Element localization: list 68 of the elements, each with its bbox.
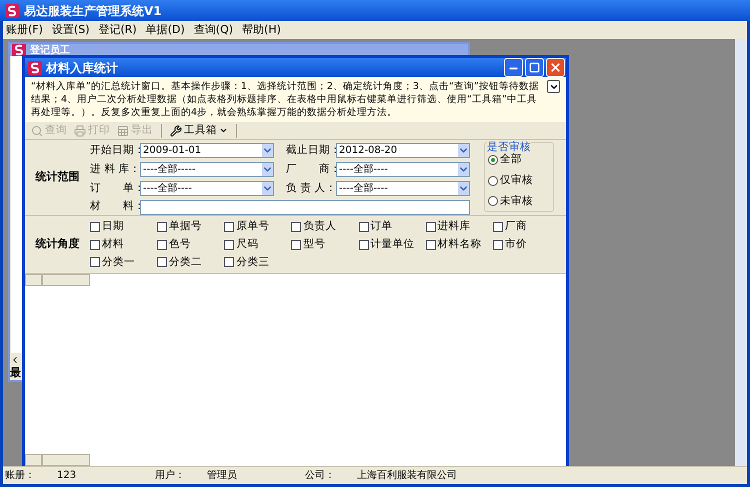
field-label: 厂 商： — [286, 162, 336, 177]
status-value: 123 — [57, 469, 76, 483]
status-label: 用户： — [155, 468, 185, 483]
status-value: 上海百利服装有限公司 — [357, 468, 457, 483]
checkbox-option[interactable]: 型号 — [291, 236, 359, 252]
app-logo-icon — [5, 4, 19, 18]
input-field[interactable] — [140, 200, 470, 215]
dropdown-field[interactable]: 2012-08-20 — [336, 143, 470, 158]
checkbox-option[interactable]: 计量单位 — [358, 236, 426, 252]
checkbox-option[interactable]: 分类一 — [90, 254, 158, 270]
radio-option[interactable]: 仅审核 — [488, 172, 550, 188]
field-label: 开始日期： — [90, 143, 140, 158]
wrench-icon — [170, 124, 182, 136]
maximize-icon — [529, 62, 540, 73]
field-label: 进 料 库： — [90, 162, 140, 177]
checkbox-option[interactable]: 材料名称 — [426, 236, 493, 252]
menu-item[interactable]: 账册(F) — [6, 22, 43, 38]
checkbox-option[interactable]: 日期 — [90, 219, 158, 235]
close-button[interactable] — [546, 58, 565, 77]
caret-icon — [219, 126, 228, 135]
close-icon — [549, 61, 562, 74]
dropdown-field[interactable]: 2009-01-01 — [140, 143, 274, 158]
menu-item[interactable]: 登记(R) — [98, 22, 137, 38]
instructions-text: “材料入库单”的汇总统计窗口。基本操作步骤：1、选择统计范围；2、确定统计角度；3、点击“查询”按钮等待数据结果；4、用户二次分析处理数据（如点表格列标题排序、在表格中用鼠标右键菜单进行筛选、使用“工具箱”中工具再处理等。）。反复多次重复上面的4步，就会熟练掌握万能的数据分析处理方法。 — [31, 80, 540, 119]
radio-option[interactable]: 全部 — [488, 152, 550, 168]
status-label: 账册： — [5, 468, 35, 483]
menu-item[interactable]: 单据(D) — [146, 22, 185, 38]
minimize-button[interactable] — [504, 58, 523, 77]
checkbox-option[interactable]: 进料库 — [426, 219, 493, 235]
field-label: 订 单： — [90, 180, 140, 196]
window-title: 材料入库统计 — [46, 60, 118, 76]
menu-item[interactable]: 查询(Q) — [194, 22, 234, 38]
section-label: 统计范围 — [36, 169, 80, 186]
checkbox-option[interactable]: 分类三 — [224, 254, 292, 270]
menu-item[interactable]: 帮助(H) — [242, 22, 281, 38]
table-icon — [117, 124, 129, 136]
field-label: 材 料： — [90, 199, 140, 214]
section-label: 统计角度 — [36, 236, 80, 252]
dropdown-field[interactable]: ----全部---- — [336, 162, 470, 178]
search-icon — [31, 124, 43, 136]
toolbar-button[interactable]: 工具箱 — [168, 122, 230, 138]
status-value: 管理员 — [207, 469, 237, 483]
checkbox-option[interactable]: 原单号 — [224, 219, 292, 235]
checkbox-option[interactable]: 尺码 — [224, 236, 292, 252]
checkbox-option[interactable]: 色号 — [157, 236, 224, 252]
window-title: 登记员工 — [30, 44, 70, 56]
maximize-button[interactable] — [525, 58, 544, 77]
dropdown-field[interactable]: ----全部----- — [140, 162, 274, 178]
checkbox-option[interactable]: 市价 — [492, 236, 560, 252]
radio-option[interactable]: 未审核 — [488, 194, 550, 210]
status-label: 公司： — [305, 469, 335, 483]
app-logo-icon — [28, 60, 42, 74]
status-text: 最 — [10, 366, 22, 380]
printer-icon — [74, 124, 86, 136]
checkbox-option[interactable]: 负责人 — [291, 219, 359, 235]
field-label: 截止日期： — [286, 143, 336, 158]
checkbox-option[interactable]: 单据号 — [157, 219, 224, 235]
collapse-button[interactable] — [547, 80, 560, 93]
field-label: 负 责 人： — [286, 180, 336, 196]
menu-item[interactable]: 设置(S) — [52, 22, 90, 38]
checkbox-option[interactable]: 厂商 — [492, 219, 560, 235]
checkbox-option[interactable]: 订单 — [358, 219, 426, 235]
dropdown-field[interactable]: ----全部---- — [140, 180, 274, 196]
checkbox-option[interactable]: 分类二 — [157, 254, 224, 270]
dropdown-field[interactable]: ----全部---- — [336, 180, 470, 196]
group-title: 是否审核 — [487, 142, 531, 153]
checkbox-option[interactable]: 材料 — [90, 236, 158, 252]
window-title: 易达服装生产管理系统V1 — [24, 2, 162, 20]
